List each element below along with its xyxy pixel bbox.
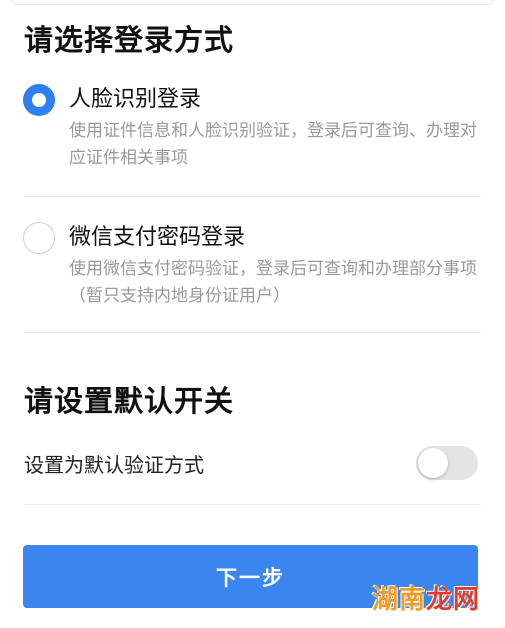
option-title: 人脸识别登录 <box>69 87 202 112</box>
option-wechat-pay-password[interactable]: 微信支付密码登录 使用微信支付密码验证，登录后可查询和办理部分事项（暂只支持内地… <box>0 222 505 332</box>
login-method-page: 请选择登录方式 人脸识别登录 使用证件信息和人脸识别验证，登录后可查询、办理对应… <box>0 0 505 628</box>
option-title: 微信支付密码登录 <box>69 225 246 250</box>
radio-unselected-icon[interactable] <box>23 222 55 254</box>
option-description: 使用微信支付密码验证，登录后可查询和办理部分事项（暂只支持内地身份证用户） <box>69 259 477 306</box>
top-card-edge <box>10 0 495 5</box>
radio-selected-icon[interactable] <box>23 84 55 116</box>
divider <box>24 504 481 505</box>
watermark-logo: 湖南龙网 <box>372 583 480 617</box>
divider <box>24 332 481 333</box>
option-face-recognition[interactable]: 人脸识别登录 使用证件信息和人脸识别验证，登录后可查询、办理对应证件相关事项 <box>0 84 505 196</box>
toggle-knob <box>418 448 448 478</box>
option-description: 使用证件信息和人脸识别验证，登录后可查询、办理对应证件相关事项 <box>69 121 477 168</box>
watermark-part1: 湖南 <box>372 585 427 615</box>
default-section-title: 请设置默认开关 <box>24 384 235 418</box>
watermark-part2: 龙网 <box>426 585 481 615</box>
login-section-title: 请选择登录方式 <box>24 23 235 57</box>
default-verification-toggle[interactable] <box>416 446 478 480</box>
default-setting-label: 设置为默认验证方式 <box>24 453 204 477</box>
divider <box>24 196 481 197</box>
